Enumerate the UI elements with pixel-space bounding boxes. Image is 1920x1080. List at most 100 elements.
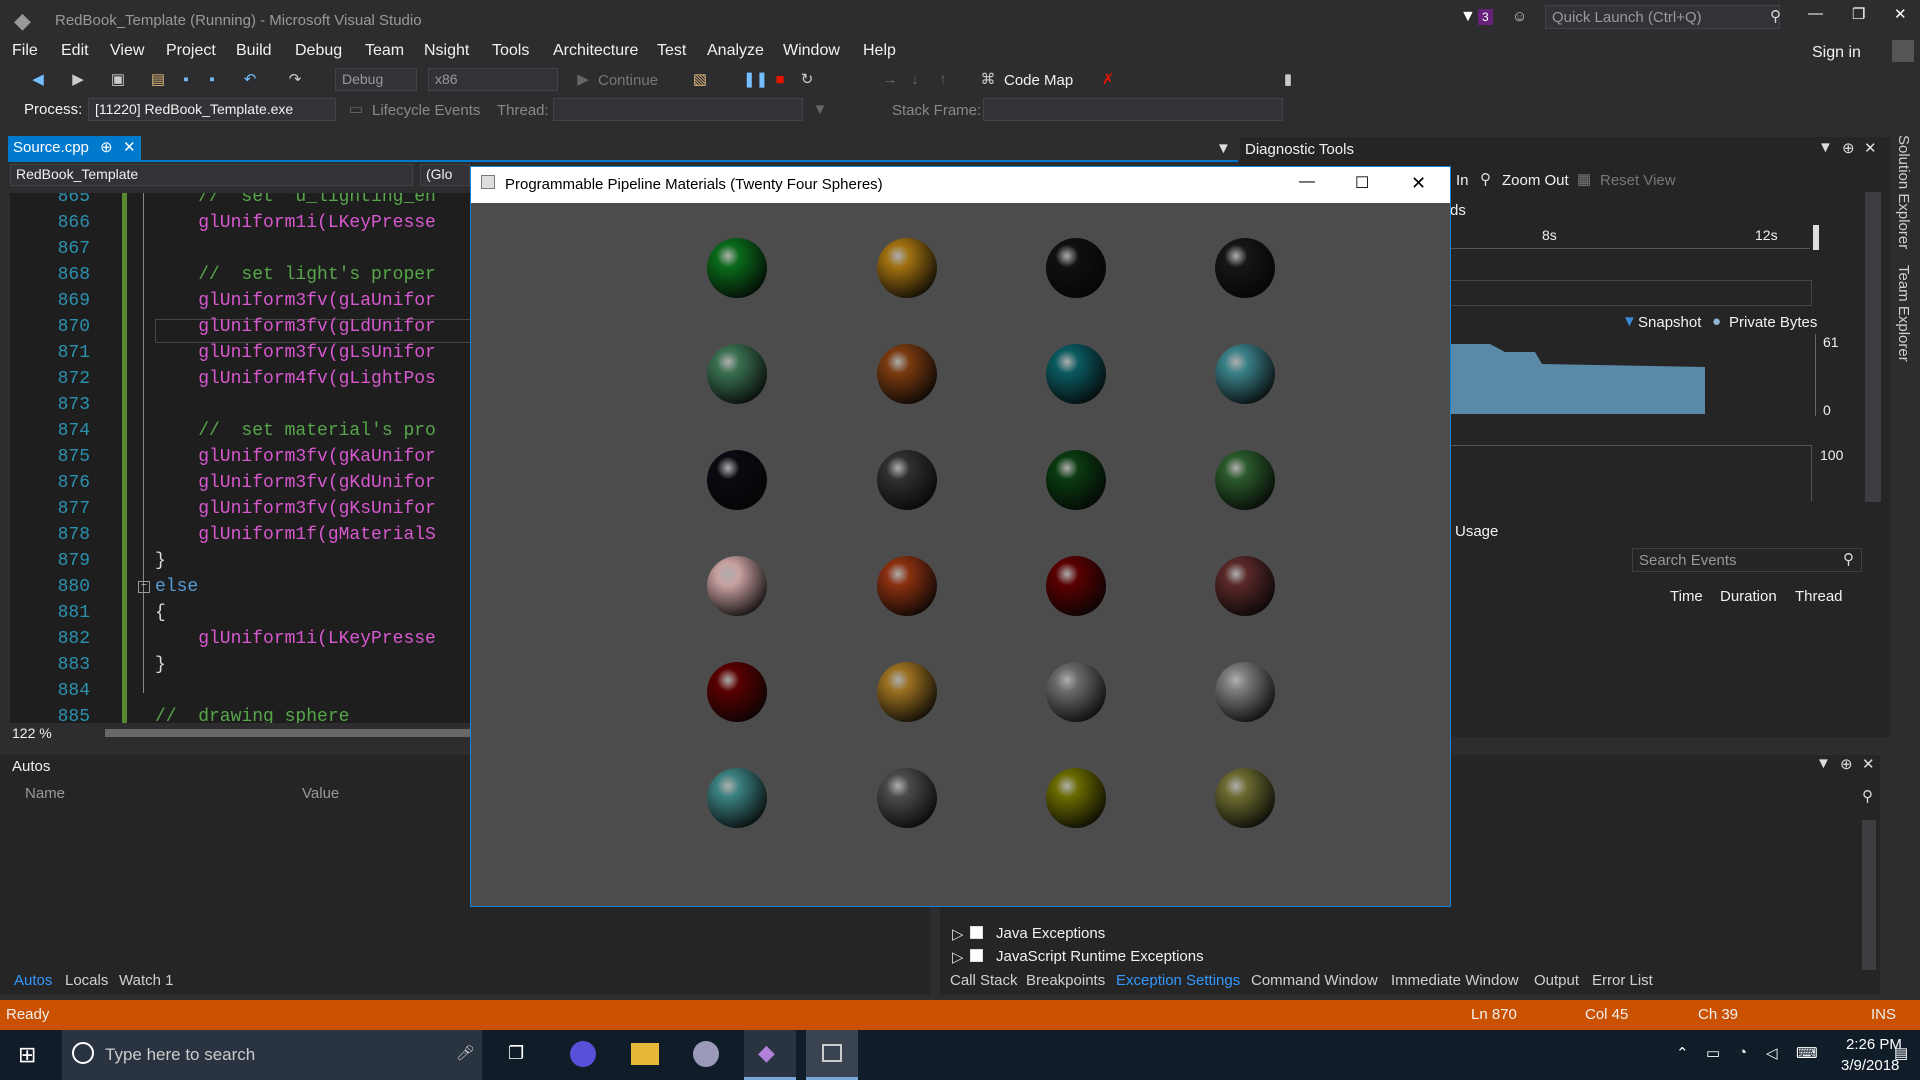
close-icon[interactable]: ✕ xyxy=(1862,755,1875,773)
close-button[interactable]: ✕ xyxy=(1411,173,1426,194)
network-icon[interactable]: ◔ xyxy=(1738,1044,1747,1061)
step-out-icon[interactable]: ↑ xyxy=(933,70,953,90)
reset-view-button[interactable]: Reset View xyxy=(1600,172,1676,189)
restore-button[interactable]: ❐ xyxy=(1852,5,1865,23)
menu-window[interactable]: Window xyxy=(783,42,840,60)
lifecycle-events-button[interactable]: Lifecycle Events xyxy=(372,102,480,119)
exceptions-icon[interactable]: ✗ xyxy=(1098,70,1118,90)
code-line[interactable]: } xyxy=(155,655,166,675)
usage-tab[interactable]: Usage xyxy=(1455,523,1498,540)
restart-icon[interactable]: ↻ xyxy=(797,70,817,90)
file-explorer-icon[interactable] xyxy=(631,1043,659,1065)
panel-menu-icon[interactable]: ▼ xyxy=(1816,755,1831,772)
output-tab[interactable]: Output xyxy=(1534,972,1579,989)
visual-studio-taskbar-button[interactable]: ◆ xyxy=(744,1030,796,1080)
col-name[interactable]: Name xyxy=(25,785,65,802)
reset-view-icon[interactable]: ▦ xyxy=(1577,170,1591,188)
continue-button[interactable]: Continue xyxy=(598,72,658,89)
process-icon[interactable]: ▧ xyxy=(690,70,710,90)
taskbar-search-box[interactable]: Type here to search 🎤︎ xyxy=(62,1030,482,1080)
scope-nav-select[interactable]: (Glo xyxy=(420,164,470,186)
call-stack-tab[interactable]: Call Stack xyxy=(950,972,1018,989)
menu-build[interactable]: Build xyxy=(236,42,272,60)
search-events-input[interactable]: Search Events xyxy=(1632,548,1862,572)
project-nav-select[interactable]: RedBook_Template xyxy=(10,164,413,186)
menu-nsight[interactable]: Nsight xyxy=(424,42,469,60)
close-tab-icon[interactable]: ✕ xyxy=(123,138,136,156)
minimize-button[interactable]: — xyxy=(1299,173,1315,191)
feedback-icon[interactable]: ☺ xyxy=(1512,8,1527,25)
account-avatar[interactable] xyxy=(1892,40,1914,62)
collapse-icon[interactable]: − xyxy=(138,581,150,593)
exception-item[interactable]: Java Exceptions xyxy=(996,925,1105,942)
back-icon[interactable]: ◀ xyxy=(28,70,48,90)
command-window-tab[interactable]: Command Window xyxy=(1251,972,1378,989)
notifications-icon[interactable]: ▼ xyxy=(1460,8,1476,26)
breakpoints-tab[interactable]: Breakpoints xyxy=(1026,972,1105,989)
code-line[interactable]: glUniform3fv(gKaUnifor xyxy=(155,447,436,467)
team-explorer-tab[interactable]: Team Explorer xyxy=(1895,265,1912,362)
tab-overflow-icon[interactable]: ▼ xyxy=(1216,140,1231,157)
thread-select[interactable] xyxy=(553,98,803,121)
forward-icon[interactable]: ▶ xyxy=(68,70,88,90)
minimize-button[interactable]: — xyxy=(1808,5,1823,22)
code-line[interactable]: // drawing sphere xyxy=(155,707,349,723)
code-line[interactable]: glUniform3fv(gLsUnifor xyxy=(155,343,436,363)
windows-start-icon[interactable]: ⊞ xyxy=(18,1042,36,1068)
code-editor[interactable]: − 865 // set "u_lighting_en 866 glUniform… xyxy=(10,193,470,723)
action-center-icon[interactable]: ▤ xyxy=(1894,1044,1908,1062)
code-map-button[interactable]: Code Map xyxy=(1004,72,1073,89)
opengl-window-titlebar[interactable]: Programmable Pipeline Materials (Twenty … xyxy=(471,167,1450,203)
code-line[interactable]: else xyxy=(155,577,198,597)
opengl-taskbar-button[interactable] xyxy=(806,1030,858,1080)
code-line[interactable]: glUniform3fv(gKsUnifor xyxy=(155,499,436,519)
undo-icon[interactable]: ↶ xyxy=(240,70,260,90)
firefox-icon[interactable] xyxy=(570,1041,596,1067)
search-icon[interactable]: ⚲ xyxy=(1843,550,1854,568)
horizontal-scrollbar[interactable] xyxy=(105,729,470,737)
code-line[interactable]: // set light's proper xyxy=(155,265,436,285)
timeline-cursor[interactable] xyxy=(1813,225,1819,250)
zoom-out-button[interactable]: Zoom Out xyxy=(1502,172,1569,189)
filter-icon[interactable]: ▼ xyxy=(810,100,830,120)
sphere-canvas[interactable] xyxy=(471,203,1450,906)
save-icon[interactable]: ▪ xyxy=(176,70,196,90)
menu-help[interactable]: Help xyxy=(863,42,896,60)
maximize-button[interactable]: ☐ xyxy=(1355,173,1369,193)
close-icon[interactable]: ✕ xyxy=(1864,139,1877,157)
open-icon[interactable]: ▤ xyxy=(148,70,168,90)
pin-icon[interactable]: ⊕ xyxy=(1842,139,1855,157)
bookmark-icon[interactable]: ▮ xyxy=(1278,70,1298,90)
task-view-icon[interactable]: ❐ xyxy=(508,1043,524,1064)
keyboard-icon[interactable]: ⌨ xyxy=(1796,1044,1818,1062)
code-line[interactable]: glUniform4fv(gLightPos xyxy=(155,369,436,389)
code-line[interactable]: glUniform3fv(gLdUnifor xyxy=(155,317,436,337)
step-over-icon[interactable]: ↓ xyxy=(905,70,925,90)
menu-file[interactable]: File xyxy=(12,42,38,60)
code-line[interactable]: // set "u_lighting_en xyxy=(155,193,436,207)
col-value[interactable]: Value xyxy=(302,785,339,802)
checkbox[interactable] xyxy=(970,949,983,962)
show-hidden-icons[interactable]: ⌃ xyxy=(1676,1044,1689,1062)
zoom-level[interactable]: 122 % xyxy=(12,725,52,741)
microphone-icon[interactable]: 🎤︎ xyxy=(456,1044,475,1062)
menu-tools[interactable]: Tools xyxy=(492,42,529,60)
menu-analyze[interactable]: Analyze xyxy=(707,42,764,60)
redo-icon[interactable]: ↷ xyxy=(285,70,305,90)
locals-tab[interactable]: Locals xyxy=(65,972,108,989)
vertical-scrollbar[interactable] xyxy=(1865,192,1881,502)
code-line[interactable]: glUniform1i(LKeyPresse xyxy=(155,629,436,649)
expand-icon[interactable]: ▷ xyxy=(952,925,964,943)
new-project-icon[interactable]: ▣ xyxy=(108,70,128,90)
menu-team[interactable]: Team xyxy=(365,42,404,60)
pin-icon[interactable]: ⊕ xyxy=(1840,755,1853,773)
menu-debug[interactable]: Debug xyxy=(295,42,342,60)
battery-icon[interactable]: ▭ xyxy=(1706,1044,1720,1062)
exception-settings-tab[interactable]: Exception Settings xyxy=(1116,972,1240,989)
menu-view[interactable]: View xyxy=(110,42,144,60)
app-icon[interactable] xyxy=(693,1041,719,1067)
configuration-select[interactable]: Debug xyxy=(335,68,417,91)
save-all-icon[interactable]: ▪ xyxy=(202,70,222,90)
stop-icon[interactable]: ■ xyxy=(770,70,790,90)
play-icon[interactable]: ▶ xyxy=(573,70,593,90)
